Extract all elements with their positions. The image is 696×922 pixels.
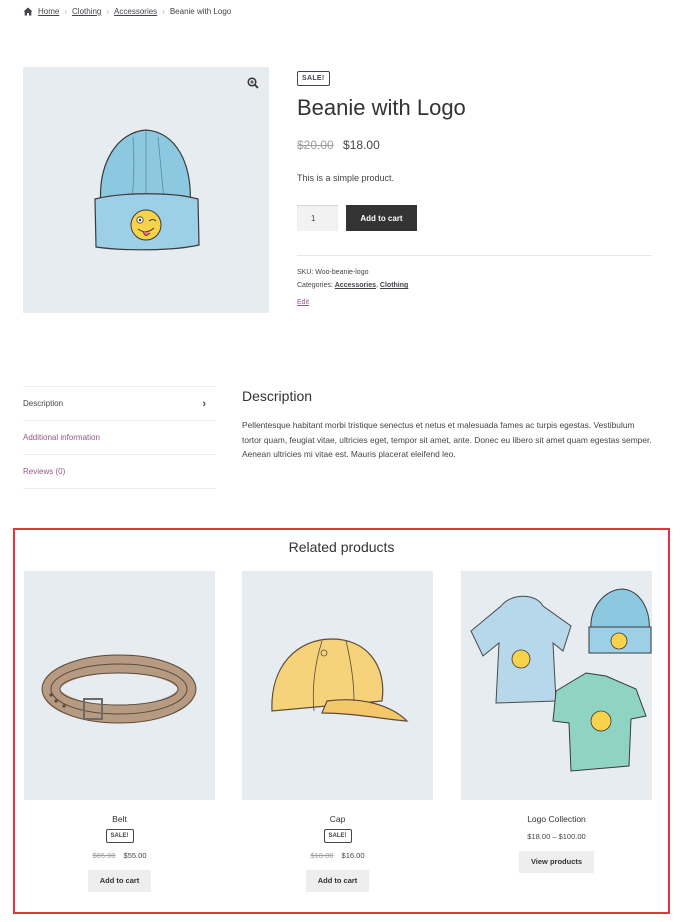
related-products-title: Related products bbox=[288, 539, 395, 555]
tab-label: Additional information bbox=[23, 433, 100, 442]
related-product-belt: Belt SALE! $65.00 $55.00 Add to cart bbox=[24, 571, 215, 892]
add-to-cart-form: Add to cart bbox=[297, 205, 652, 232]
description-panel: Description Pellentesque habitant morbi … bbox=[242, 388, 652, 462]
description-text: Pellentesque habitant morbi tristique se… bbox=[242, 420, 652, 459]
add-to-cart-button[interactable]: Add to cart bbox=[346, 205, 417, 232]
add-to-cart-button[interactable]: Add to cart bbox=[87, 870, 152, 892]
breadcrumb-accessories-link[interactable]: Accessories bbox=[114, 7, 157, 16]
breadcrumb-home-link[interactable]: Home bbox=[38, 7, 59, 16]
sale-price: $18.00 bbox=[343, 138, 380, 153]
product-name[interactable]: Belt bbox=[24, 814, 215, 824]
home-icon bbox=[23, 7, 33, 16]
categories-row: Categories: Accessories, Clothing bbox=[297, 279, 652, 292]
short-description: This is a simple product. bbox=[297, 173, 395, 184]
category-link-clothing[interactable]: Clothing bbox=[380, 282, 408, 289]
product-name[interactable]: Logo Collection bbox=[461, 814, 652, 824]
product-thumbnail[interactable] bbox=[242, 571, 433, 800]
category-link-accessories[interactable]: Accessories bbox=[335, 282, 376, 289]
cap-illustration bbox=[271, 638, 409, 722]
categories-label: Categories: bbox=[297, 282, 333, 290]
price-range: $18.00 – $100.00 bbox=[527, 832, 586, 841]
logo-collection-illustration bbox=[470, 588, 652, 772]
sale-price: $16.00 bbox=[341, 851, 365, 860]
sale-badge: SALE! bbox=[105, 829, 134, 843]
breadcrumb: Home › Clothing › Accessories › Beanie w… bbox=[23, 7, 231, 16]
product-price: $65.00 $55.00 bbox=[24, 851, 215, 860]
related-product-cap: Cap SALE! $18.00 $16.00 Add to cart bbox=[242, 571, 433, 892]
description-title: Description bbox=[242, 388, 313, 404]
divider bbox=[297, 255, 652, 257]
tab-reviews[interactable]: Reviews (0) bbox=[23, 455, 216, 489]
tab-description[interactable]: Description › bbox=[23, 387, 216, 421]
sku-value: Woo-beanie-logo bbox=[315, 269, 369, 277]
product-thumbnail[interactable] bbox=[24, 571, 215, 800]
sale-badge: SALE! bbox=[297, 71, 330, 86]
chevron-right-icon: › bbox=[202, 397, 206, 410]
breadcrumb-clothing-link[interactable]: Clothing bbox=[72, 7, 101, 16]
belt-illustration bbox=[41, 654, 197, 724]
old-price: $65.00 bbox=[92, 851, 116, 860]
tab-label: Description bbox=[23, 399, 64, 408]
product-price: $18.00 – $100.00 bbox=[461, 832, 652, 841]
product-title: Beanie with Logo bbox=[297, 95, 466, 120]
view-products-button[interactable]: View products bbox=[518, 851, 595, 873]
tab-label: Reviews (0) bbox=[23, 467, 66, 476]
quantity-input[interactable] bbox=[297, 205, 338, 232]
add-to-cart-button[interactable]: Add to cart bbox=[305, 870, 370, 892]
sku-label: SKU: bbox=[297, 269, 314, 277]
breadcrumb-separator: › bbox=[162, 7, 165, 16]
sale-badge: SALE! bbox=[323, 829, 352, 843]
related-products: Related products Belt SALE! $65.00 $55.0… bbox=[13, 528, 670, 914]
old-price: $20.00 bbox=[297, 138, 334, 153]
sale-price: $55.00 bbox=[123, 851, 147, 860]
breadcrumb-separator: › bbox=[64, 7, 68, 16]
product-name[interactable]: Cap bbox=[242, 814, 433, 824]
product-summary: SALE! Beanie with Logo $20.00 $18.00 Thi… bbox=[297, 67, 652, 306]
product-price: $18.00 $16.00 bbox=[242, 851, 433, 860]
product-image[interactable] bbox=[23, 67, 269, 313]
product-thumbnail[interactable] bbox=[461, 571, 652, 800]
product-price: $20.00 $18.00 bbox=[297, 138, 652, 152]
tab-additional-information[interactable]: Additional information bbox=[23, 421, 216, 455]
zoom-icon[interactable] bbox=[247, 77, 259, 89]
breadcrumb-current: Beanie with Logo bbox=[169, 7, 232, 16]
product-meta: SKU: Woo-beanie-logo Categories: Accesso… bbox=[297, 266, 652, 292]
category-separator: , bbox=[376, 282, 378, 290]
product-tabs: Description › Additional information Rev… bbox=[23, 386, 216, 489]
beanie-illustration bbox=[94, 129, 200, 251]
related-product-logo-collection: Logo Collection $18.00 – $100.00 View pr… bbox=[461, 571, 652, 873]
sku-row: SKU: Woo-beanie-logo bbox=[297, 266, 652, 279]
breadcrumb-separator: › bbox=[106, 7, 110, 16]
old-price: $18.00 bbox=[310, 851, 334, 860]
edit-link[interactable]: Edit bbox=[297, 299, 652, 306]
